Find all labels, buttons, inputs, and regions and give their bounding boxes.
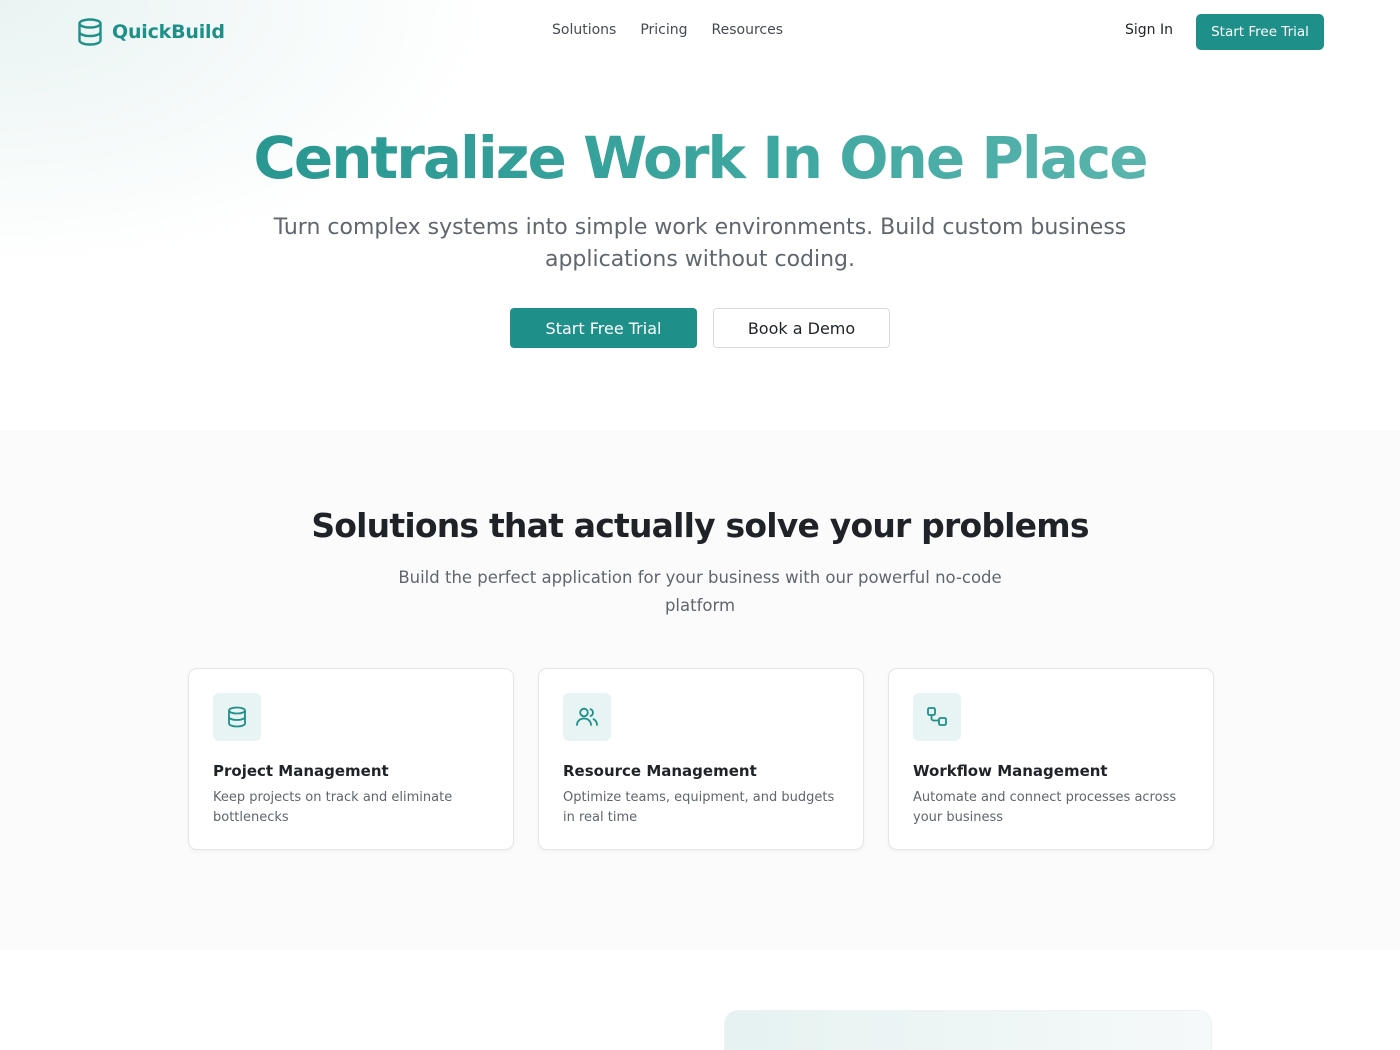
- card-title: Resource Management: [563, 762, 757, 780]
- brand-name: QuickBuild: [112, 21, 225, 43]
- solutions-title: Solutions that actually solve your probl…: [311, 506, 1089, 545]
- card-workflow-management[interactable]: Workflow Management Automate and connect…: [888, 668, 1214, 850]
- hero-actions: Start Free Trial Book a Demo: [0, 308, 1400, 348]
- workflow-icon: [913, 693, 961, 741]
- hero-subtitle: Turn complex systems into simple work en…: [273, 215, 1127, 272]
- sign-in-link[interactable]: Sign In: [1125, 22, 1173, 38]
- database-icon: [77, 18, 103, 46]
- card-project-management[interactable]: Project Management Keep projects on trac…: [188, 668, 514, 850]
- card-description: Keep projects on track and eliminate bot…: [213, 790, 453, 825]
- nav-link-pricing[interactable]: Pricing: [640, 22, 687, 38]
- hero-title: Centralize Work In One Place: [0, 120, 1400, 196]
- solutions-section: Solutions that actually solve your probl…: [0, 430, 1400, 950]
- card-title: Workflow Management: [913, 762, 1108, 780]
- top-navigation: QuickBuild Solutions Pricing Resources S…: [0, 0, 1400, 64]
- card-resource-management[interactable]: Resource Management Optimize teams, equi…: [538, 668, 864, 850]
- database-icon: [213, 693, 261, 741]
- users-icon: [563, 693, 611, 741]
- nav-link-solutions[interactable]: Solutions: [552, 22, 616, 38]
- brand-logo[interactable]: QuickBuild: [77, 18, 225, 46]
- product-preview-panel: [724, 1010, 1212, 1050]
- nav-start-trial-button[interactable]: Start Free Trial: [1196, 14, 1324, 50]
- start-free-trial-button[interactable]: Start Free Trial: [510, 308, 697, 348]
- book-demo-button[interactable]: Book a Demo: [713, 308, 890, 348]
- card-title: Project Management: [213, 762, 389, 780]
- card-description: Automate and connect processes across yo…: [913, 790, 1177, 825]
- solution-cards: Project Management Keep projects on trac…: [188, 668, 1214, 850]
- nav-links: Solutions Pricing Resources: [552, 22, 783, 38]
- solutions-subtitle: Build the perfect application for your b…: [398, 568, 1002, 615]
- card-description: Optimize teams, equipment, and budgets i…: [563, 790, 835, 825]
- nav-link-resources[interactable]: Resources: [712, 22, 784, 38]
